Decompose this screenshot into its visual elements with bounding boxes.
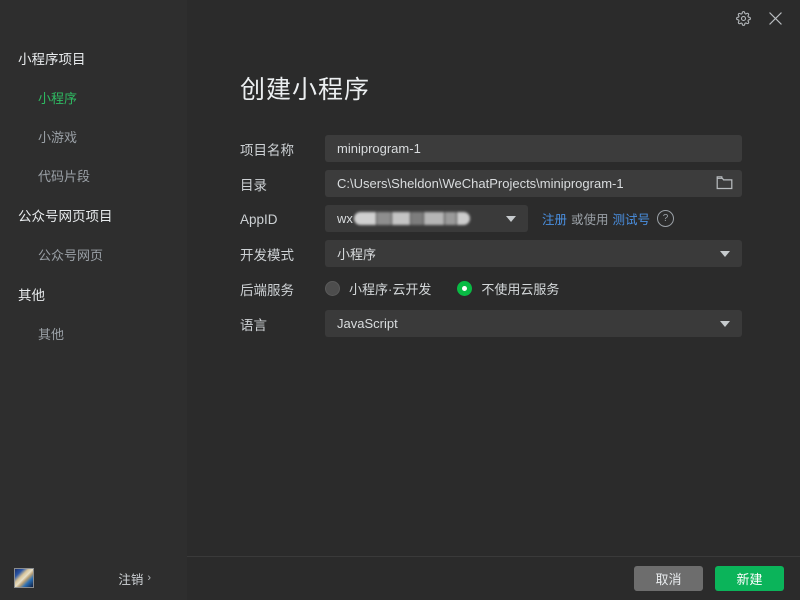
appid-links: 注册 或使用 测试号 ?: [542, 209, 675, 228]
appid-prefix: wx: [337, 211, 353, 226]
chevron-right-icon: ›: [147, 571, 151, 584]
label-backend: 后端服务: [240, 283, 294, 298]
chevron-down-icon: [506, 215, 516, 222]
label-dev-mode: 开发模式: [240, 248, 294, 263]
close-button[interactable]: [762, 5, 788, 31]
label-language: 语言: [240, 318, 267, 333]
sidebar-group-other: 其他 其他: [0, 286, 187, 345]
sidebar-item-other[interactable]: 其他: [0, 325, 187, 345]
directory-input[interactable]: C:\Users\Sheldon\WeChatProjects\miniprog…: [325, 170, 742, 197]
sidebar-item-code-snippet[interactable]: 代码片段: [0, 167, 187, 187]
logout-button[interactable]: 注销 ›: [118, 569, 151, 588]
appid-redacted-mask: [353, 212, 470, 225]
avatar[interactable]: [14, 568, 34, 588]
language-select[interactable]: JavaScript: [325, 310, 742, 337]
sidebar: 小程序项目 小程序 小游戏 代码片段 公众号网页项目 公众号网页 其他 其他 注…: [0, 0, 187, 600]
appid-value: wx: [325, 211, 470, 226]
radio-selected-icon: [457, 281, 473, 296]
appid-between-text: 或使用: [571, 213, 609, 227]
page-title: 创建小程序: [240, 76, 371, 104]
main-panel: 创建小程序 项目名称 miniprogram-1 目录 C:\Users\She…: [187, 0, 800, 600]
sidebar-footer: 注销 ›: [0, 556, 187, 600]
form-row-backend: 后端服务 小程序·云开发 不使用云服务: [240, 275, 755, 302]
sidebar-group-title-official-account: 公众号网页项目: [18, 209, 113, 224]
gear-icon: [735, 10, 751, 26]
folder-icon: [716, 175, 733, 193]
create-form: 项目名称 miniprogram-1 目录 C:\Users\Sheldon\W…: [240, 135, 755, 345]
create-button[interactable]: 新建: [715, 566, 784, 591]
project-name-value: miniprogram-1: [337, 141, 421, 156]
form-row-language: 语言 JavaScript: [240, 310, 755, 337]
register-link[interactable]: 注册: [542, 209, 567, 228]
logout-label: 注销: [118, 572, 144, 587]
question-mark-icon[interactable]: ?: [657, 210, 675, 227]
backend-option-cloud[interactable]: 小程序·云开发: [325, 279, 431, 298]
sidebar-group-official-account: 公众号网页项目 公众号网页: [0, 207, 187, 266]
create-miniprogram-dialog: 小程序项目 小程序 小游戏 代码片段 公众号网页项目 公众号网页 其他 其他 注…: [0, 0, 800, 600]
settings-button[interactable]: [730, 5, 756, 31]
chevron-down-icon: [720, 320, 730, 327]
project-name-input[interactable]: miniprogram-1: [325, 135, 742, 162]
form-row-project-name: 项目名称 miniprogram-1: [240, 135, 755, 162]
appid-select[interactable]: wx: [325, 205, 528, 232]
form-row-dev-mode: 开发模式 小程序: [240, 240, 755, 267]
form-row-appid: AppID wx 注册 或使用 测试号 ?: [240, 205, 755, 232]
label-appid: AppID: [240, 211, 278, 227]
dialog-footer: 取消 新建: [187, 556, 800, 600]
sidebar-item-official-account-webpage[interactable]: 公众号网页: [0, 246, 187, 266]
window-controls: [730, 0, 800, 36]
sidebar-item-miniprogram[interactable]: 小程序: [0, 89, 187, 109]
label-project-name: 项目名称: [240, 143, 294, 158]
dev-mode-value: 小程序: [337, 247, 377, 262]
browse-folder-button[interactable]: [714, 174, 734, 193]
sidebar-group-title-other: 其他: [18, 288, 45, 303]
close-icon: [767, 10, 784, 27]
cancel-button[interactable]: 取消: [634, 566, 703, 591]
language-value: JavaScript: [337, 316, 398, 331]
sidebar-group-title-miniprogram: 小程序项目: [18, 52, 86, 67]
backend-option-no-cloud-label: 不使用云服务: [481, 282, 560, 297]
form-row-directory: 目录 C:\Users\Sheldon\WeChatProjects\minip…: [240, 170, 755, 197]
radio-unselected-icon: [325, 281, 340, 296]
backend-option-cloud-label: 小程序·云开发: [349, 282, 432, 297]
label-directory: 目录: [240, 178, 267, 193]
backend-option-no-cloud[interactable]: 不使用云服务: [457, 279, 559, 298]
dev-mode-select[interactable]: 小程序: [325, 240, 742, 267]
directory-value: C:\Users\Sheldon\WeChatProjects\miniprog…: [337, 176, 624, 191]
backend-radio-group: 小程序·云开发 不使用云服务: [325, 275, 559, 302]
sidebar-item-minigame[interactable]: 小游戏: [0, 128, 187, 148]
chevron-down-icon: [720, 250, 730, 257]
test-account-link[interactable]: 测试号: [613, 209, 651, 228]
sidebar-group-miniprogram: 小程序项目 小程序 小游戏 代码片段: [0, 50, 187, 187]
